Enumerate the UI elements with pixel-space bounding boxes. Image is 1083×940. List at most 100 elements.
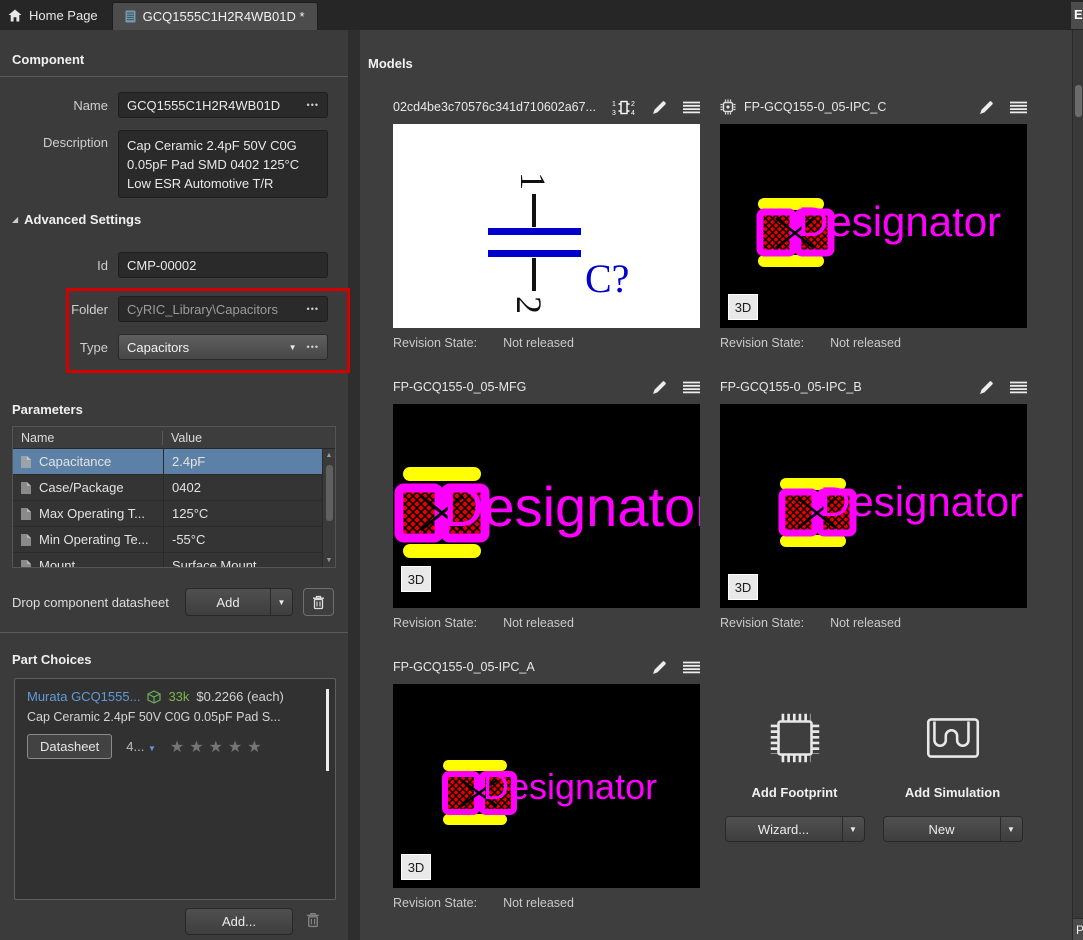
folder-field[interactable]: CyRIC_Library\Capacitors ••• bbox=[118, 296, 328, 322]
description-field[interactable]: Cap Ceramic 2.4pF 50V C0G 0.05pF Pad SMD… bbox=[118, 130, 328, 198]
dropdown-arrow-icon[interactable]: ▼ bbox=[842, 817, 864, 841]
add-datasheet-button[interactable]: Add ▼ bbox=[185, 588, 293, 616]
id-field[interactable]: CMP-00002 bbox=[118, 252, 328, 278]
revision-state-value: Not released bbox=[503, 896, 574, 910]
table-row[interactable]: Min Operating Te... -55°C bbox=[13, 527, 324, 553]
param-value: Surface Mount bbox=[172, 558, 257, 568]
dropdown-arrow-icon[interactable]: ▼ bbox=[1000, 817, 1022, 841]
suppliers-dropdown[interactable]: 4... ▼ bbox=[126, 739, 156, 754]
id-value: CMP-00002 bbox=[127, 258, 196, 273]
collapse-arrow-icon[interactable]: ◢ bbox=[12, 215, 18, 224]
3d-toggle-badge[interactable]: 3D bbox=[401, 854, 431, 880]
scroll-up-icon[interactable]: ▲ bbox=[323, 452, 335, 459]
star-rating: ★★★★★ bbox=[170, 737, 267, 757]
footprint-name: FP-GCQ155-0_05-IPC_C bbox=[744, 100, 886, 114]
symbol-preview[interactable]: 1 2 C? bbox=[393, 124, 700, 328]
table-row[interactable]: Case/Package 0402 bbox=[13, 475, 324, 501]
id-label: Id bbox=[0, 258, 108, 273]
param-value: 0402 bbox=[172, 480, 201, 495]
designator-text: Designator bbox=[483, 766, 657, 807]
edit-pencil-icon[interactable] bbox=[652, 660, 667, 675]
table-row[interactable]: Max Operating T... 125°C bbox=[13, 501, 324, 527]
symbol-name: 02cd4be3c70576c341d710602a67... bbox=[393, 100, 596, 114]
designator-text: Designator bbox=[820, 478, 1023, 525]
add-models-area: Add Footprint Wizard... ▼ Add Simulation… bbox=[720, 705, 1027, 842]
parameters-table: Name Value Capacitance 2.4pF Case/Packag… bbox=[12, 426, 336, 568]
svg-text:1: 1 bbox=[612, 101, 616, 108]
revision-state-value: Not released bbox=[503, 336, 574, 350]
revision-state-label: Revision State: bbox=[393, 336, 477, 350]
part-choices-section-title: Part Choices bbox=[12, 652, 91, 667]
table-row[interactable]: Mount Surface Mount bbox=[13, 553, 324, 568]
designator-text: Designator bbox=[443, 475, 700, 538]
scrollbar-thumb[interactable] bbox=[326, 465, 333, 521]
add-part-choice-button[interactable]: Add... bbox=[185, 908, 293, 935]
edit-pencil-icon[interactable] bbox=[979, 380, 994, 395]
advanced-settings-title[interactable]: Advanced Settings bbox=[24, 212, 141, 227]
part-choices-scrollbar[interactable] bbox=[326, 689, 329, 771]
svg-text:4: 4 bbox=[631, 110, 635, 116]
revision-state-label: Revision State: bbox=[720, 336, 804, 350]
name-value: GCQ1555C1H2R4WB01D bbox=[127, 98, 280, 113]
scrollbar-thumb[interactable] bbox=[1075, 85, 1082, 117]
add-simulation-wave-icon bbox=[920, 705, 986, 771]
tab-home-page[interactable]: Home Page bbox=[0, 0, 112, 30]
table-scrollbar[interactable]: ▲ ▼ bbox=[322, 449, 335, 567]
table-row[interactable]: Capacitance 2.4pF bbox=[13, 449, 324, 475]
add-datasheet-label: Add bbox=[186, 589, 270, 615]
type-dropdown[interactable]: Capacitors ▼ ••• bbox=[118, 334, 328, 360]
suppliers-count: 4... bbox=[126, 739, 144, 754]
panels-button-partial[interactable]: P bbox=[1073, 918, 1083, 940]
right-edge-panel: P bbox=[1072, 30, 1083, 940]
tab-bar: Home Page GCQ1555C1H2R4WB01D * E bbox=[0, 0, 1083, 30]
3d-toggle-badge[interactable]: 3D bbox=[728, 294, 758, 320]
datasheet-button[interactable]: Datasheet bbox=[27, 734, 112, 759]
menu-icon[interactable] bbox=[1010, 101, 1027, 114]
edit-pencil-icon[interactable] bbox=[652, 100, 667, 115]
part-link[interactable]: Murata GCQ1555... bbox=[27, 689, 140, 704]
footprint-preview[interactable]: Designator 3D bbox=[720, 124, 1027, 328]
3d-toggle-badge[interactable]: 3D bbox=[401, 566, 431, 592]
revision-state-label: Revision State: bbox=[720, 616, 804, 630]
component-section-title: Component bbox=[12, 52, 84, 67]
part-choice-item[interactable]: Murata GCQ1555... 33k $0.2266 (each) Cap… bbox=[15, 679, 335, 759]
menu-icon[interactable] bbox=[683, 381, 700, 394]
menu-icon[interactable] bbox=[683, 661, 700, 674]
add-part-choice-label: Add... bbox=[186, 909, 292, 934]
footprint-preview[interactable]: Designator 3D bbox=[393, 684, 700, 888]
3d-toggle-badge[interactable]: 3D bbox=[728, 574, 758, 600]
edit-pencil-icon[interactable] bbox=[652, 380, 667, 395]
footprint-wizard-button[interactable]: Wizard... ▼ bbox=[725, 816, 865, 842]
add-footprint-block[interactable]: Add Footprint Wizard... ▼ bbox=[722, 705, 868, 842]
name-field[interactable]: GCQ1555C1H2R4WB01D ••• bbox=[118, 92, 328, 118]
delete-datasheet-button[interactable] bbox=[303, 588, 334, 616]
menu-icon[interactable] bbox=[683, 101, 700, 114]
add-simulation-block[interactable]: Add Simulation New ▼ bbox=[880, 705, 1026, 842]
tab-edge-partial[interactable]: E bbox=[1071, 2, 1083, 29]
stock-count: 33k bbox=[168, 689, 189, 704]
dropdown-arrow-icon: ▼ bbox=[148, 744, 156, 753]
more-icon[interactable]: ••• bbox=[307, 100, 319, 110]
edit-pencil-icon[interactable] bbox=[979, 100, 994, 115]
footprint-preview[interactable]: Designator 3D bbox=[720, 404, 1027, 608]
parameter-icon bbox=[20, 533, 32, 547]
revision-state-value: Not released bbox=[503, 616, 574, 630]
component-panel: Component Name GCQ1555C1H2R4WB01D ••• De… bbox=[0, 30, 348, 940]
tab-component-document[interactable]: GCQ1555C1H2R4WB01D * bbox=[112, 2, 318, 30]
more-icon[interactable]: ••• bbox=[307, 304, 319, 314]
more-icon[interactable]: ••• bbox=[307, 342, 319, 352]
menu-icon[interactable] bbox=[1010, 381, 1027, 394]
trash-icon bbox=[312, 595, 325, 610]
simulation-new-button[interactable]: New ▼ bbox=[883, 816, 1023, 842]
footprint-preview[interactable]: Designator bbox=[393, 404, 700, 608]
param-value: 125°C bbox=[172, 506, 208, 521]
pin-map-icon[interactable]: 13 24 bbox=[612, 99, 636, 116]
wizard-label: Wizard... bbox=[726, 817, 842, 841]
dropdown-arrow-icon[interactable]: ▼ bbox=[270, 589, 292, 615]
revision-state-value: Not released bbox=[830, 336, 901, 350]
scroll-down-icon[interactable]: ▼ bbox=[323, 557, 335, 564]
delete-part-choice-button[interactable] bbox=[306, 912, 320, 928]
designator-ref: C? bbox=[585, 256, 629, 301]
footprint-chip-icon bbox=[720, 99, 736, 115]
svg-text:2: 2 bbox=[631, 101, 635, 108]
